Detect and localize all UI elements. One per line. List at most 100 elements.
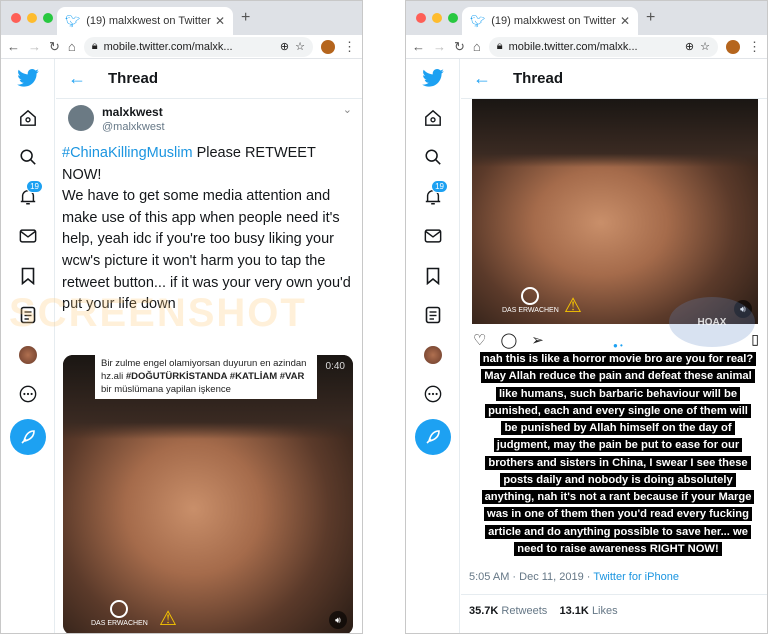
forward-arrow-icon[interactable]: → xyxy=(28,39,41,54)
retweets-label: Retweets xyxy=(501,605,548,617)
minimize-window-button[interactable] xyxy=(432,13,442,23)
tweet-author[interactable]: malxkwest @malxkwest ⌄ xyxy=(56,99,362,139)
compose-tweet-button[interactable] xyxy=(415,419,451,455)
twitter-app: 19 ← Thread xyxy=(1,59,362,633)
notification-badge: 19 xyxy=(431,180,448,193)
home-icon[interactable]: ⌂ xyxy=(68,39,76,54)
address-bar[interactable]: 🔒︎ mobile.twitter.com/malxk... ⊕ ☆ xyxy=(83,36,313,57)
share-icon[interactable]: ➢ xyxy=(531,331,544,349)
author-name[interactable]: malxkwest xyxy=(102,105,165,119)
reload-icon[interactable]: ↻ xyxy=(454,39,465,55)
tab-bar: 🐦︎ (19) malxkwest on Twitter: "#Chi ✕ + xyxy=(1,1,362,35)
page-header: ← Thread xyxy=(56,59,362,99)
caption-text-2: bir müslümana yapilan işkence xyxy=(101,383,231,395)
overlay-caption: nah this is like a horror movie bro are … xyxy=(479,351,757,558)
tab-title: (19) malxkwest on Twitter: "#Chi xyxy=(491,15,616,27)
lists-icon[interactable] xyxy=(420,302,446,328)
new-tab-button[interactable]: + xyxy=(241,9,250,27)
browser-toolbar: ← → ↻ ⌂ 🔒︎ mobile.twitter.com/malxk... ⊕… xyxy=(1,35,362,59)
twitter-bird-icon: 🐦︎ xyxy=(470,14,486,28)
instagram-post-image[interactable]: DAS ERWACHEN ⚠︎ 🔊︎ xyxy=(472,99,758,324)
bookmark-icon[interactable]: ▯ xyxy=(751,331,759,348)
address-bar[interactable]: 🔒︎ mobile.twitter.com/malxk... ⊕ ☆ xyxy=(488,36,718,57)
retweets-count: 35.7K xyxy=(469,605,499,617)
lists-icon[interactable] xyxy=(15,302,41,328)
window-controls xyxy=(416,13,458,23)
back-arrow-icon[interactable]: ← xyxy=(473,68,491,89)
profile-avatar-icon[interactable] xyxy=(15,342,41,368)
profile-avatar[interactable] xyxy=(726,39,740,54)
heart-icon[interactable]: ♡ xyxy=(473,331,486,349)
likes-stat[interactable]: 13.1K Likes xyxy=(560,605,618,617)
profile-avatar-icon[interactable] xyxy=(420,342,446,368)
author-handle[interactable]: @malxkwest xyxy=(102,121,165,133)
caption-hashtags: #DOĞUTÜRKİSTANDA #KATLİAM #VAR xyxy=(125,370,305,382)
maximize-window-button[interactable] xyxy=(43,13,53,23)
browser-tab[interactable]: 🐦︎ (19) malxkwest on Twitter: "#Chi ✕ xyxy=(57,7,233,35)
profile-avatar[interactable] xyxy=(321,39,335,54)
compose-tweet-button[interactable] xyxy=(10,419,46,455)
notifications-bell-icon[interactable]: 19 xyxy=(15,180,43,210)
minimize-window-button[interactable] xyxy=(27,13,37,23)
back-arrow-icon[interactable]: ← xyxy=(68,68,86,89)
menu-kebab-icon[interactable]: ⋮ xyxy=(343,39,356,55)
explore-search-icon[interactable] xyxy=(420,144,446,170)
comment-icon[interactable]: ◯ xyxy=(500,331,517,349)
volume-icon[interactable]: 🔊︎ xyxy=(329,611,347,629)
close-tab-icon[interactable]: ✕ xyxy=(215,14,225,28)
back-arrow-icon[interactable]: ← xyxy=(7,39,20,54)
tweet-text-body: We have to get some media attention and … xyxy=(62,188,351,313)
bookmarks-icon[interactable] xyxy=(420,263,446,289)
home-icon[interactable]: ⌂ xyxy=(473,39,481,54)
retweets-stat[interactable]: 35.7K Retweets xyxy=(469,605,547,617)
warning-icon: ⚠︎ xyxy=(564,295,582,317)
twitter-logo-icon[interactable] xyxy=(420,65,446,91)
notifications-bell-icon[interactable]: 19 xyxy=(420,180,448,210)
forward-arrow-icon[interactable]: → xyxy=(433,39,446,54)
post-photo-dark xyxy=(472,99,758,167)
page-header: ← Thread xyxy=(461,59,767,99)
likes-label: Likes xyxy=(591,605,618,617)
twitter-logo-icon[interactable] xyxy=(15,65,41,91)
star-icon[interactable]: ☆ xyxy=(700,40,710,53)
add-icon[interactable]: ⊕ xyxy=(685,40,694,53)
video-timer: 0:40 xyxy=(325,361,345,372)
more-options-icon[interactable] xyxy=(420,381,446,407)
messages-envelope-icon[interactable] xyxy=(420,223,446,249)
logo-text: DAS ERWACHEN xyxy=(502,307,559,314)
tweet-meta: 5:05 AM · Dec 11, 2019 · Twitter for iPh… xyxy=(469,571,679,583)
maximize-window-button[interactable] xyxy=(448,13,458,23)
hashtag-link[interactable]: #ChinaKillingMuslim xyxy=(62,145,193,161)
lock-icon: 🔒︎ xyxy=(496,40,503,52)
close-tab-icon[interactable]: ✕ xyxy=(620,14,630,28)
page-title: Thread xyxy=(108,70,159,87)
tweet-video[interactable]: Bir zulme engel olamiyorsan duyurun en a… xyxy=(63,355,353,633)
bookmarks-icon[interactable] xyxy=(15,263,41,289)
tab-bar: 🐦︎ (19) malxkwest on Twitter: "#Chi ✕ + xyxy=(406,1,767,35)
author-avatar[interactable] xyxy=(68,105,94,131)
reload-icon[interactable]: ↻ xyxy=(49,39,60,55)
browser-window-left: 🐦︎ (19) malxkwest on Twitter: "#Chi ✕ + … xyxy=(0,0,363,634)
window-controls xyxy=(11,13,53,23)
home-icon[interactable] xyxy=(15,105,41,131)
media-caption: Bir zulme engel olamiyorsan duyurun en a… xyxy=(95,355,317,400)
more-options-icon[interactable] xyxy=(15,381,41,407)
add-icon[interactable]: ⊕ xyxy=(280,40,289,53)
home-icon[interactable] xyxy=(420,105,446,131)
back-arrow-icon[interactable]: ← xyxy=(412,39,425,54)
close-window-button[interactable] xyxy=(11,13,21,23)
tweet-source-link[interactable]: Twitter for iPhone xyxy=(593,571,679,583)
browser-tab[interactable]: 🐦︎ (19) malxkwest on Twitter: "#Chi ✕ xyxy=(462,7,638,35)
url-text: mobile.twitter.com/malxk... xyxy=(103,40,233,53)
star-icon[interactable]: ☆ xyxy=(295,40,305,53)
close-window-button[interactable] xyxy=(416,13,426,23)
warning-icon: ⚠︎ xyxy=(159,608,177,630)
menu-kebab-icon[interactable]: ⋮ xyxy=(748,39,761,55)
messages-envelope-icon[interactable] xyxy=(15,223,41,249)
das-erwachen-logo: DAS ERWACHEN xyxy=(91,600,148,627)
explore-search-icon[interactable] xyxy=(15,144,41,170)
tweet-timestamp[interactable]: 5:05 AM · Dec 11, 2019 · xyxy=(469,571,593,583)
tab-title: (19) malxkwest on Twitter: "#Chi xyxy=(86,15,211,27)
chevron-down-icon[interactable]: ⌄ xyxy=(343,103,352,116)
new-tab-button[interactable]: + xyxy=(646,9,655,27)
